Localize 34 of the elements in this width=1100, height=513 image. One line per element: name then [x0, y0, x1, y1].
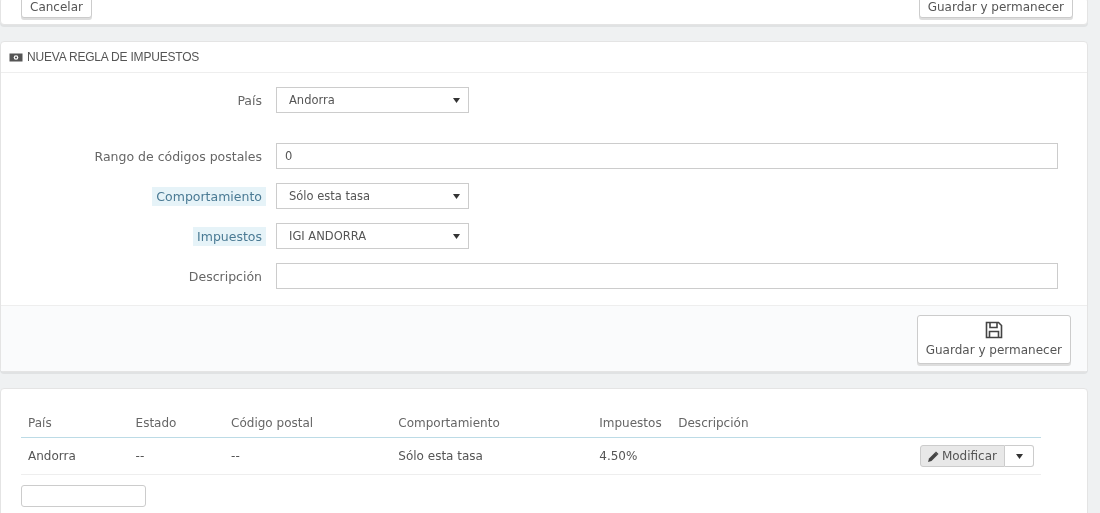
caret-icon: [1015, 453, 1023, 459]
column-header: País: [21, 409, 129, 438]
column-header: Comportamiento: [391, 409, 593, 438]
select-field[interactable]: Andorra: [276, 87, 469, 113]
money-icon: [9, 52, 23, 62]
panel-title: NUEVA REGLA DE IMPUESTOS: [27, 50, 200, 64]
select-field[interactable]: IGI ANDORRA: [276, 223, 469, 249]
save-button[interactable]: Guardar y permanecer: [918, 0, 1073, 18]
field-label: Impuestos: [193, 226, 266, 246]
input-field[interactable]: 0: [276, 143, 1058, 169]
cancel-button[interactable]: Cancelar: [21, 0, 92, 18]
table-cell: --: [128, 437, 225, 475]
column-header: Impuestos: [592, 409, 672, 438]
table-cell: Andorra: [21, 437, 129, 475]
partial-button[interactable]: [21, 485, 146, 507]
modify-button[interactable]: Modificar: [919, 445, 1005, 467]
table-cell: --: [224, 437, 392, 475]
column-header: Estado: [128, 409, 225, 438]
select-field[interactable]: Sólo esta tasa: [276, 183, 469, 209]
caret-icon: [453, 193, 460, 199]
caret-icon: [453, 97, 460, 103]
field-label: Rango de códigos postales: [93, 147, 263, 166]
table-cell: 4.50%: [592, 437, 672, 475]
table-cell: Sólo esta tasa: [391, 437, 593, 475]
column-header: Descripción: [671, 409, 818, 438]
dropdown-button[interactable]: [1005, 445, 1034, 467]
field-label: Descripción: [187, 267, 263, 286]
save-button[interactable]: Guardar y permanecer: [916, 315, 1071, 364]
field-label: Comportamiento: [152, 186, 266, 206]
caret-icon: [453, 233, 460, 239]
pencil-icon: [927, 450, 939, 462]
field-label: País: [236, 91, 263, 110]
column-header: Código postal: [224, 409, 392, 438]
input-field[interactable]: [276, 263, 1058, 289]
